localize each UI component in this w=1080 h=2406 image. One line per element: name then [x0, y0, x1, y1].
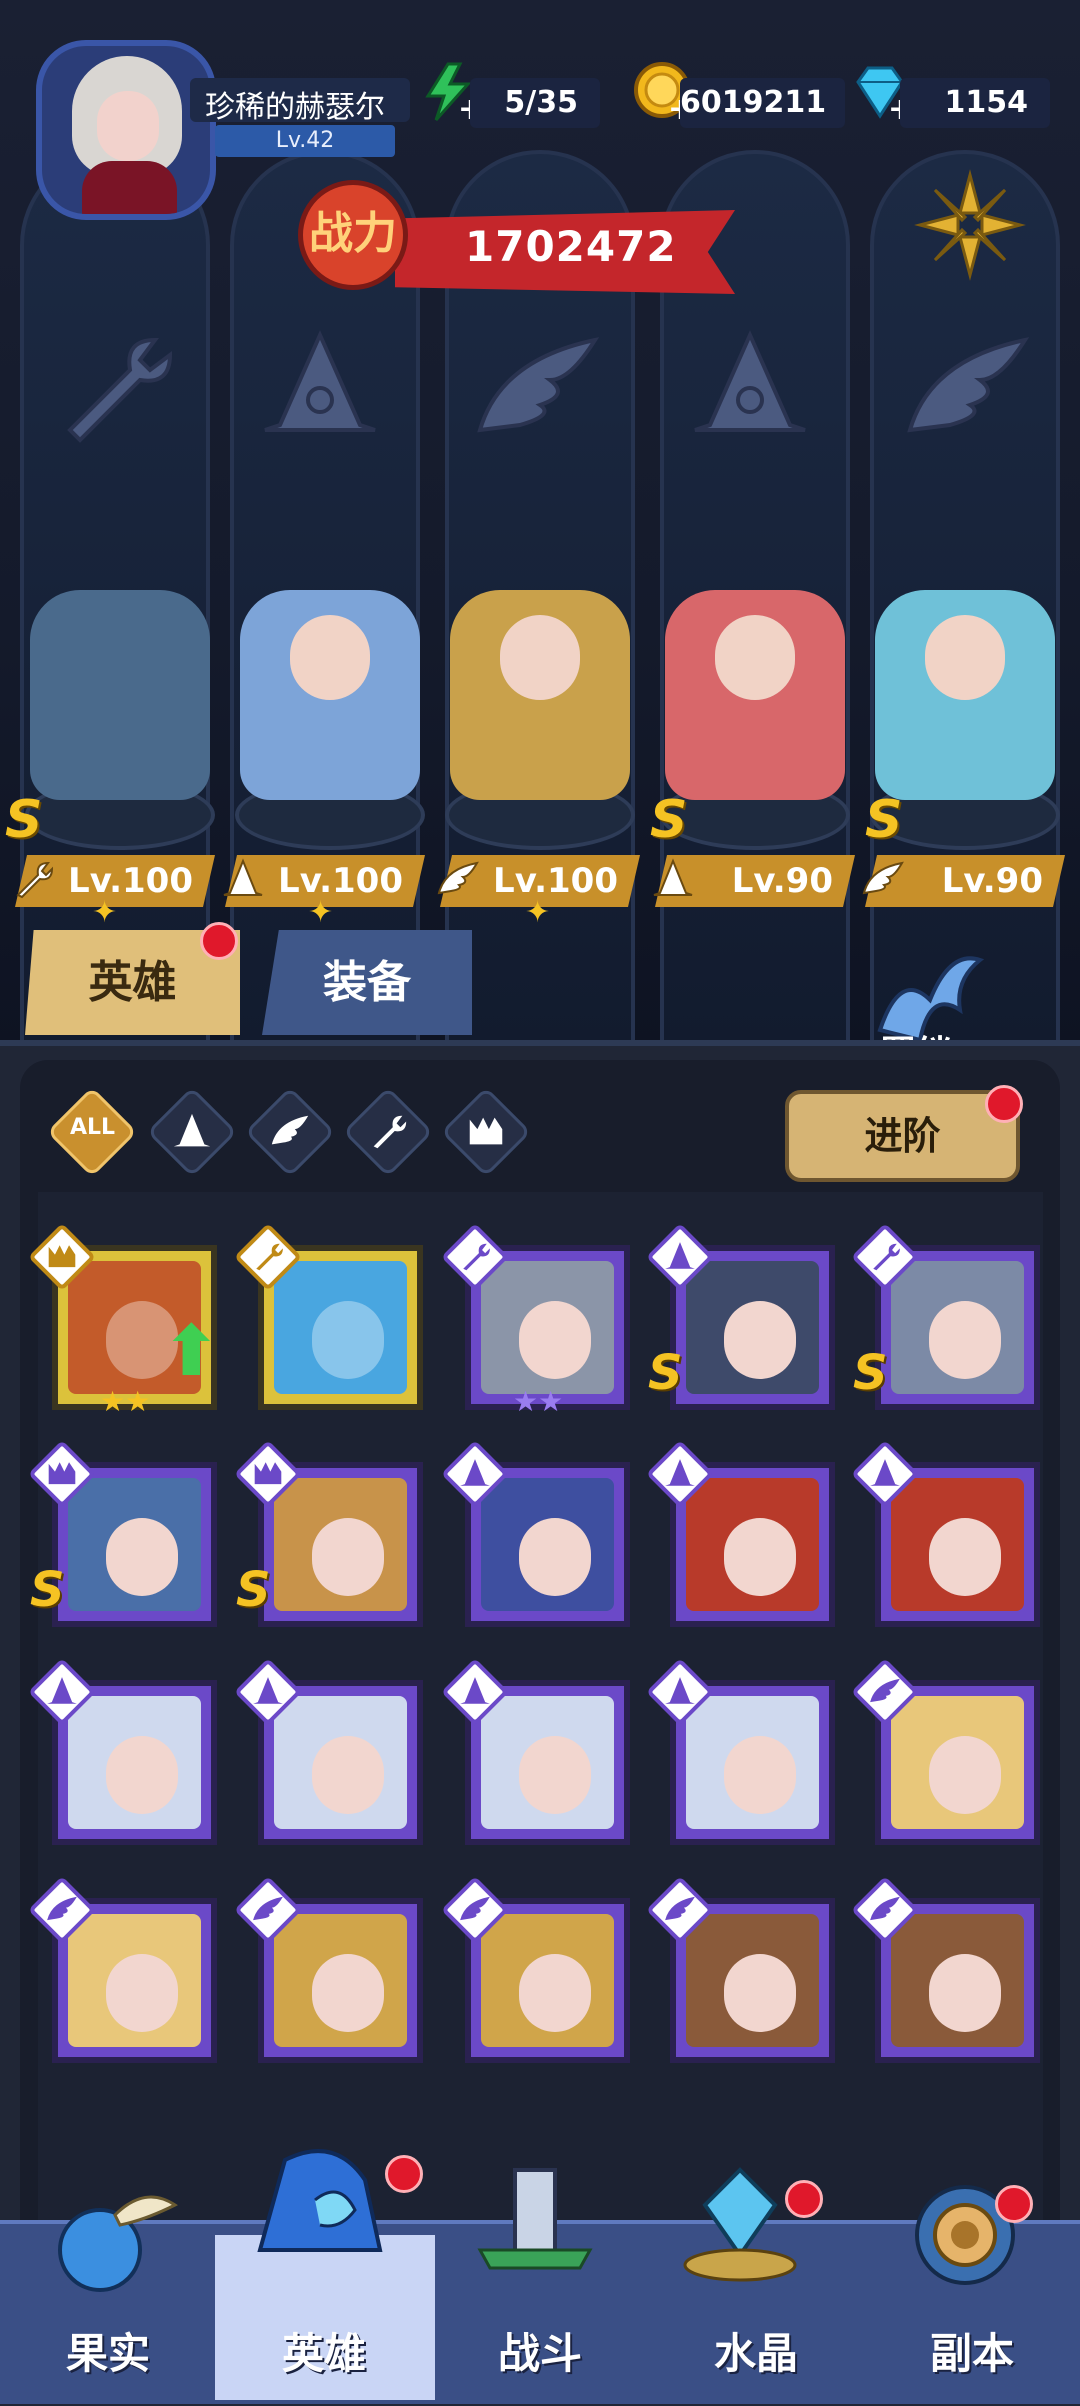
player-avatar[interactable] — [36, 40, 216, 220]
wing-icon — [47, 1896, 77, 1921]
wrench-icon — [373, 1115, 407, 1149]
notification-dot — [200, 922, 238, 960]
lineup-hero-ice-mage[interactable] — [240, 590, 420, 800]
hero-portrait — [481, 1914, 614, 2047]
gold-value: 6019211 — [680, 78, 845, 128]
hero-portrait — [481, 1478, 614, 1611]
nav-battle-label[interactable]: 战斗 — [432, 2320, 648, 2381]
nav-crystal-label[interactable]: 水晶 — [648, 2320, 864, 2381]
beast-icon — [48, 1462, 76, 1485]
hero-portrait — [274, 1261, 407, 1394]
wizard-hat-icon — [665, 1242, 695, 1269]
star-rating: ★★ — [513, 1385, 564, 1418]
diamond-value: 1154 — [900, 78, 1050, 128]
hero-portrait — [686, 1914, 819, 2047]
wing-icon — [437, 861, 479, 895]
lineup-hero-mech[interactable] — [30, 590, 210, 800]
fruit-icon[interactable] — [35, 2175, 185, 2295]
wrench-icon — [256, 1243, 283, 1271]
hero-portrait — [481, 1696, 614, 1829]
hero-portrait — [686, 1478, 819, 1611]
star-icon: ✦ — [308, 895, 334, 930]
hero-portrait — [274, 1914, 407, 2047]
rank-s-badge: S — [853, 1345, 888, 1401]
hero-portrait — [68, 1914, 201, 2047]
hero-hat-icon[interactable] — [245, 2140, 395, 2260]
notification-dot — [985, 1085, 1023, 1123]
hero-portrait — [68, 1696, 201, 1829]
wing-icon — [870, 1678, 900, 1703]
hero-portrait — [274, 1478, 407, 1611]
wing-emblem-icon — [907, 337, 1030, 433]
energy-value: 5/35 — [470, 78, 600, 128]
wing-icon — [271, 1115, 309, 1145]
rank-s-badge: S — [648, 1345, 683, 1401]
notification-dot — [995, 2185, 1033, 2223]
hero-portrait — [891, 1696, 1024, 1829]
tab-equipment[interactable]: 装备 — [262, 930, 472, 1035]
wizard-hat-icon — [665, 1459, 695, 1486]
power-value: 1702472 — [465, 222, 677, 271]
wizard-hat-icon — [253, 1677, 283, 1704]
hero-portrait — [68, 1478, 201, 1611]
wizard-hat-icon — [870, 1459, 900, 1486]
lineup-hero-fire-mage[interactable] — [665, 590, 845, 800]
notification-dot — [385, 2155, 423, 2193]
hero-portrait — [891, 1261, 1024, 1394]
wizard-hat-icon — [460, 1677, 490, 1704]
settings-flower-icon[interactable] — [910, 165, 1030, 285]
wing-emblem-icon — [477, 337, 600, 433]
hero-portrait — [686, 1696, 819, 1829]
nav-fruit-label[interactable]: 果实 — [0, 2320, 216, 2381]
nav-dungeon-label[interactable]: 副本 — [864, 2320, 1080, 2381]
hero-portrait — [891, 1914, 1024, 2047]
wing-icon — [665, 1896, 695, 1921]
rank-s-badge: S — [865, 790, 903, 850]
star-icon: ✦ — [525, 895, 551, 930]
rank-s-badge: S — [5, 790, 43, 850]
star-rating: ★★ — [100, 1385, 151, 1418]
beast-icon — [48, 1245, 76, 1268]
wizard-hat-icon — [460, 1459, 490, 1486]
battle-tower-icon[interactable] — [460, 2150, 610, 2270]
wizard-hat-emblem-icon — [694, 330, 806, 432]
lineup-hero-thunder-angel[interactable] — [875, 590, 1055, 800]
rank-s-badge: S — [650, 790, 688, 850]
filter-all-label: ALL — [70, 1115, 116, 1140]
wizard-hat-emblem-icon — [264, 330, 376, 432]
wizard-hat-icon — [173, 1113, 211, 1147]
wizard-hat-icon — [47, 1677, 77, 1704]
wrench-icon — [463, 1243, 490, 1271]
hero-portrait — [686, 1261, 819, 1394]
hero-portrait — [891, 1478, 1024, 1611]
wing-icon — [862, 861, 904, 895]
wrench-emblem-icon — [67, 337, 173, 443]
upgrade-arrow-icon: ⬆ — [162, 1310, 221, 1392]
rank-s-badge: S — [30, 1562, 65, 1618]
wing-icon — [870, 1896, 900, 1921]
wizard-hat-icon — [665, 1677, 695, 1704]
lineup-hero-golden-angel[interactable] — [450, 590, 630, 800]
wing-icon — [460, 1896, 490, 1921]
star-icon: ✦ — [92, 895, 118, 930]
wing-icon — [253, 1896, 283, 1921]
beast-icon — [254, 1462, 282, 1485]
player-name: 珍稀的赫瑟尔 — [205, 90, 385, 125]
wizard-hat-icon — [223, 858, 263, 896]
wrench-icon — [873, 1243, 900, 1271]
rank-s-badge: S — [236, 1562, 271, 1618]
hero-portrait — [481, 1261, 614, 1394]
wrench-icon — [16, 861, 54, 899]
wizard-hat-icon — [653, 858, 693, 896]
nav-heroes-label[interactable]: 英雄 — [216, 2320, 432, 2381]
hero-portrait — [274, 1696, 407, 1829]
power-label: 战力 — [298, 180, 408, 290]
player-level: Lv.42 — [215, 125, 395, 157]
beast-icon — [469, 1117, 503, 1145]
notification-dot — [785, 2180, 823, 2218]
